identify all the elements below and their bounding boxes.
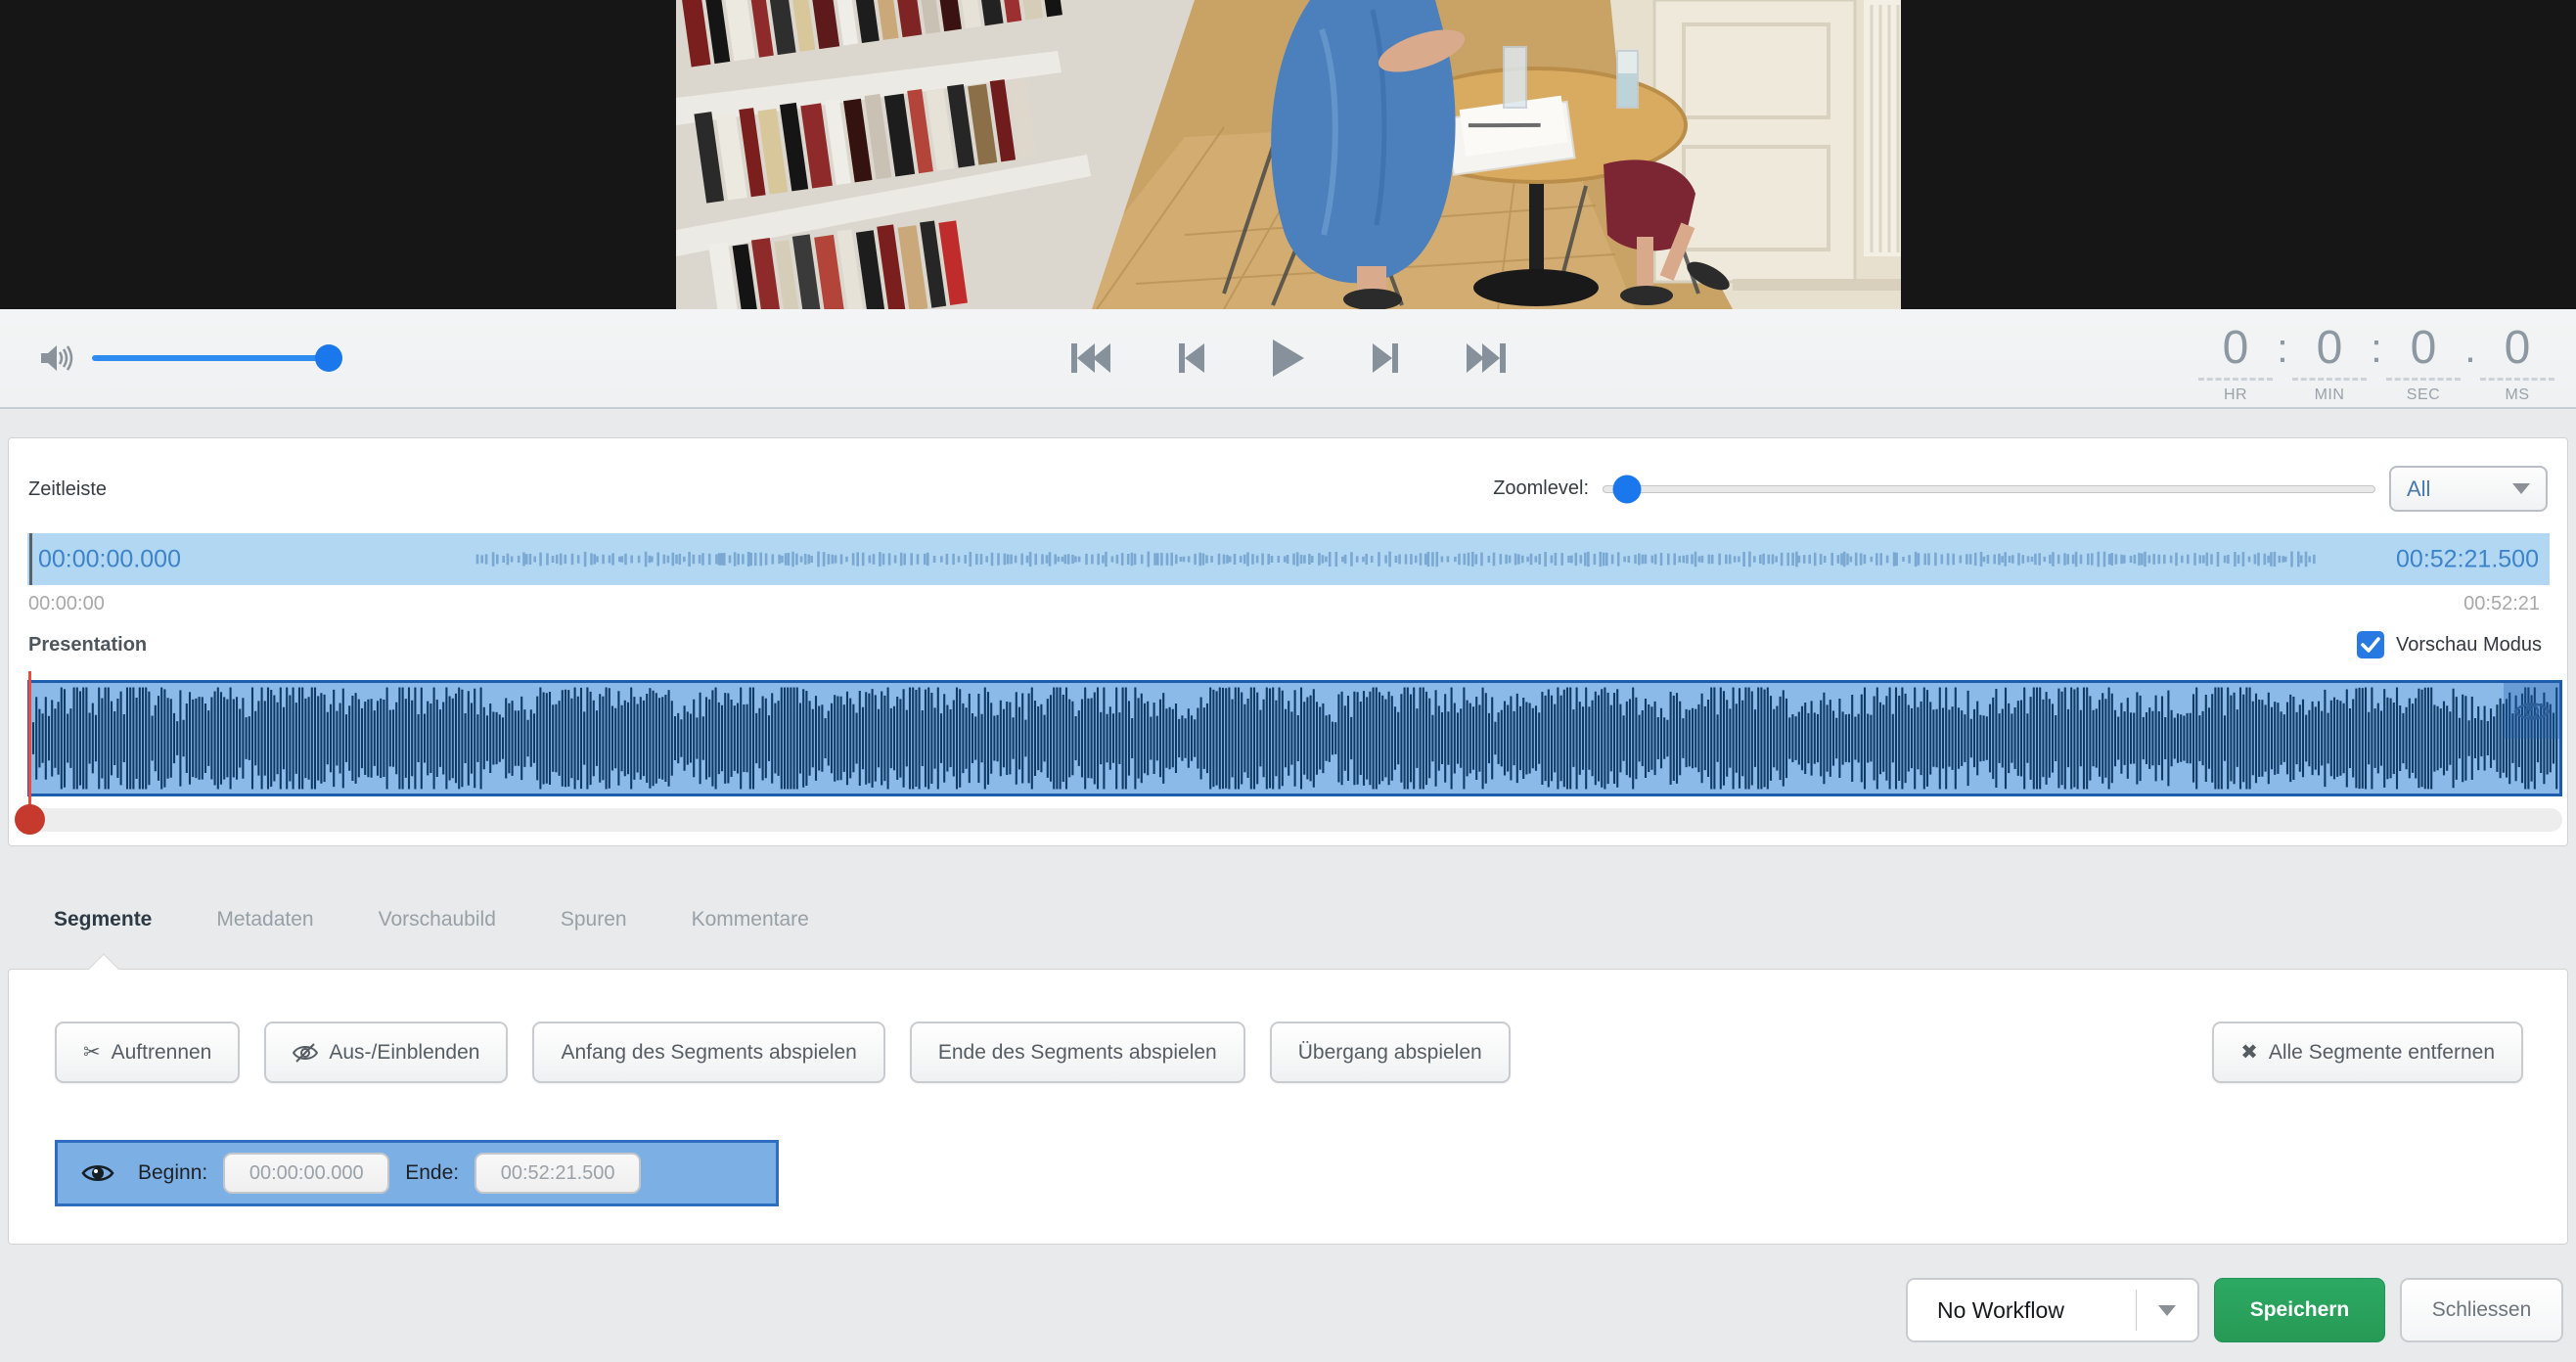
tab-spuren[interactable]: Spuren — [528, 908, 659, 931]
timeline-end-time: 00:52:21.500 — [2396, 545, 2539, 573]
step-backward-button[interactable] — [1179, 341, 1204, 375]
time-minutes: 0 MIN — [2292, 323, 2367, 404]
tab-vorschaubild[interactable]: Vorschaubild — [346, 908, 528, 931]
waveform-svg — [30, 683, 2559, 794]
video-stage — [0, 0, 2576, 309]
play-segment-start-button[interactable]: Anfang des Segments abspielen — [532, 1022, 884, 1083]
segment-end-label: Ende: — [405, 1161, 459, 1185]
remove-all-segments-button[interactable]: ✖ Alle Segmente entfernen — [2212, 1022, 2523, 1083]
segment-eye-icon[interactable] — [81, 1161, 114, 1185]
segment-visibility-corner[interactable] — [2504, 683, 2559, 739]
active-tab-notch — [88, 953, 118, 983]
timeline-start-edge — [29, 533, 32, 585]
eye-slash-icon — [293, 1043, 318, 1063]
volume-slider[interactable] — [92, 355, 337, 361]
play-transition-button[interactable]: Übergang abspielen — [1270, 1022, 1511, 1083]
footer-actions: No Workflow Speichern Schliessen — [1906, 1278, 2563, 1342]
segments-panel: ✂ Auftrennen Aus-/Einblenden Anfang des … — [8, 969, 2568, 1245]
volume-icon[interactable] — [39, 341, 74, 375]
time-display: 0 HR : 0 MIN : 0 SEC . 0 MS — [2198, 323, 2554, 404]
preview-mode-checkbox[interactable] — [2357, 631, 2384, 658]
save-button[interactable]: Speichern — [2214, 1278, 2385, 1342]
scissors-icon: ✂ — [83, 1040, 101, 1065]
track-filter-select[interactable]: All — [2389, 466, 2548, 512]
player-controls-bar: 0 HR : 0 MIN : 0 SEC . 0 MS — [0, 309, 2576, 407]
waveform-track[interactable] — [27, 680, 2562, 796]
toggle-visibility-button[interactable]: Aus-/Einblenden — [264, 1022, 508, 1083]
video-frame — [676, 0, 1901, 309]
timeline-start-time: 00:00:00.000 — [38, 545, 181, 573]
playhead-handle[interactable] — [15, 804, 45, 835]
play-button[interactable] — [1273, 340, 1304, 377]
preview-mode-label: Vorschau Modus — [2396, 634, 2542, 657]
video-player-panel: 0 HR : 0 MIN : 0 SEC . 0 MS — [0, 0, 2576, 409]
time-milliseconds: 0 MS — [2480, 323, 2554, 404]
eye-icon — [2513, 699, 2551, 724]
tab-kommentare[interactable]: Kommentare — [659, 908, 841, 931]
chevron-down-icon — [2158, 1305, 2176, 1316]
segment-begin-label: Beginn: — [138, 1161, 207, 1185]
timeline-end-short: 00:52:21 — [2463, 593, 2540, 615]
close-button[interactable]: Schliessen — [2400, 1278, 2563, 1342]
time-hours: 0 HR — [2198, 323, 2273, 404]
timeline-start-short: 00:00:00 — [28, 593, 105, 615]
tab-metadaten[interactable]: Metadaten — [184, 908, 345, 931]
segment-end-input[interactable] — [475, 1153, 641, 1194]
timeline-overview-bar[interactable]: 00:00:00.000 00:52:21.500 — [27, 533, 2550, 585]
zoomlevel-slider[interactable] — [1603, 485, 2375, 493]
skip-to-start-button[interactable] — [1071, 341, 1110, 375]
zoomlevel-slider-thumb[interactable] — [1612, 475, 1641, 503]
chevron-down-icon — [2512, 483, 2530, 494]
preview-mode-toggle[interactable]: Vorschau Modus — [2357, 631, 2542, 658]
x-icon: ✖ — [2240, 1040, 2258, 1065]
timeline-scrollbar[interactable] — [27, 808, 2562, 832]
timeline-title: Zeitleiste — [28, 478, 107, 501]
workflow-select[interactable]: No Workflow — [1906, 1278, 2199, 1342]
segments-toolbar: ✂ Auftrennen Aus-/Einblenden Anfang des … — [55, 1022, 2523, 1083]
step-forward-button[interactable] — [1373, 341, 1398, 375]
skip-to-end-button[interactable] — [1467, 341, 1506, 375]
segment-row[interactable]: Beginn: Ende: — [55, 1140, 779, 1206]
playhead-line — [28, 671, 31, 818]
editor-tabs: Segmente Metadaten Vorschaubild Spuren K… — [22, 908, 841, 931]
volume-slider-thumb[interactable] — [315, 344, 342, 372]
play-segment-end-button[interactable]: Ende des Segments abspielen — [910, 1022, 1245, 1083]
time-seconds: 0 SEC — [2386, 323, 2461, 404]
track-title: Presentation — [28, 634, 147, 657]
tab-segmente[interactable]: Segmente — [22, 908, 184, 931]
segment-begin-input[interactable] — [223, 1153, 389, 1194]
zoomlevel-label: Zoomlevel: — [1493, 477, 1589, 500]
timeline-mini-waveform — [27, 533, 2550, 585]
timeline-panel: Zeitleiste Zoomlevel: All 00:00:00.000 0… — [8, 437, 2568, 846]
split-button[interactable]: ✂ Auftrennen — [55, 1022, 240, 1083]
